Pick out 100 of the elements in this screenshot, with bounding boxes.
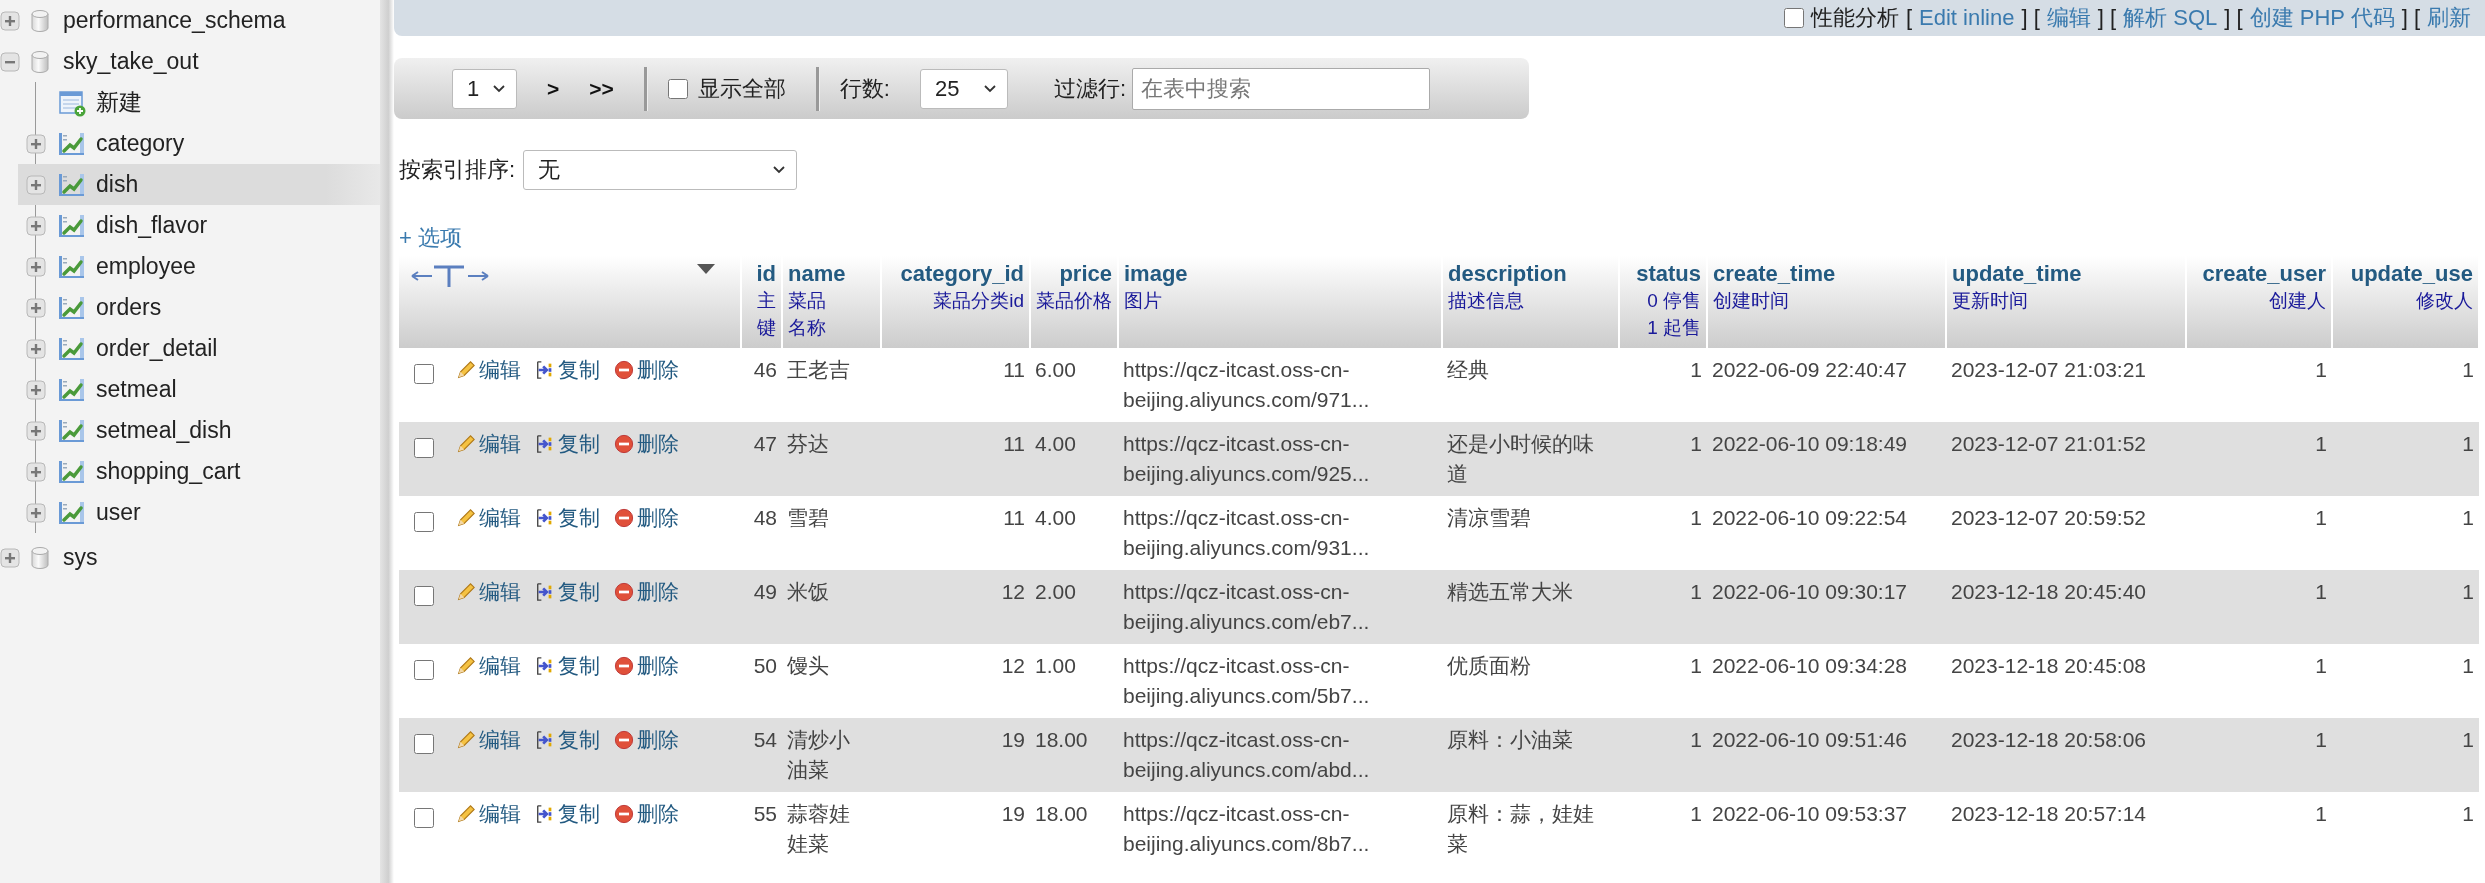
sidebar-item[interactable]: user [18,492,380,533]
delete-icon [614,730,634,750]
sidebar-item[interactable]: setmeal [18,369,380,410]
sidebar-item[interactable]: dish_flavor [18,205,380,246]
table-cell: 19 [881,718,1030,792]
delete-link[interactable]: 删除 [614,429,679,459]
table-cell: 1 [1619,348,1707,422]
table-cell: 4.00 [1030,496,1118,570]
delete-link[interactable]: 删除 [614,799,679,829]
copy-link[interactable]: 复制 [535,799,600,829]
dropdown-triangle-icon[interactable] [697,264,715,274]
expander-button[interactable] [0,547,20,568]
table-cell: 11 [881,496,1030,570]
table-cell: 1 [2186,348,2332,422]
table-cell: 2022-06-10 09:53:37 [1707,792,1946,866]
table-cell: 1.00 [1030,644,1118,718]
row-checkbox[interactable] [414,808,434,828]
copy-link[interactable]: 复制 [535,651,600,681]
copy-link[interactable]: 复制 [535,503,600,533]
table-cell: 1 [2186,792,2332,866]
table-cell: https://qcz-itcast.oss-cn-beijing.aliyuncs.com/8b7... [1118,792,1442,866]
last-button[interactable]: >> [589,76,614,101]
edit-link[interactable]: 编辑 [456,577,521,607]
pencil-icon [456,582,476,602]
filter-field[interactable]: 在表中搜索 [1132,67,1431,110]
show-all-checkbox[interactable] [667,78,688,99]
rows-select[interactable]: 25 [919,68,1008,109]
sidebar-item[interactable]: order_detail [18,328,380,369]
table-cell: 2023-12-18 20:45:40 [1946,570,2186,644]
next-button[interactable]: > [547,76,560,101]
table-cell: 1 [1619,496,1707,570]
delete-link[interactable]: 删除 [614,577,679,607]
delete-link[interactable]: 删除 [614,355,679,385]
expander-button[interactable] [26,174,46,195]
expander-button[interactable] [26,215,46,236]
expander-button[interactable] [26,338,46,359]
edit-link[interactable]: 编辑 [456,429,521,459]
row-checkbox[interactable] [414,512,434,532]
edit-link[interactable]: 编辑 [456,355,521,385]
row-checkbox[interactable] [414,586,434,606]
table-cell: https://qcz-itcast.oss-cn-beijing.aliyuncs.com/971... [1118,348,1442,422]
expander-button[interactable] [0,51,20,72]
sidebar-item[interactable]: shopping_cart [18,451,380,492]
expander-button[interactable] [26,133,46,154]
row-checkbox[interactable] [414,364,434,384]
sort-label: 按索引排序: [399,156,516,184]
table-cell: 1 [1619,570,1707,644]
database-item[interactable]: sys [63,544,98,571]
expander-button[interactable] [26,256,46,277]
options-link[interactable]: + 选项 [399,223,462,253]
copy-link[interactable]: 复制 [535,725,600,755]
row-checkbox[interactable] [414,660,434,680]
pencil-icon [456,508,476,528]
table-cell: 2022-06-10 09:34:28 [1707,644,1946,718]
copy-link[interactable]: 复制 [535,577,600,607]
table-cell: 2022-06-10 09:22:54 [1707,496,1946,570]
expander-button[interactable] [0,10,20,31]
table-cell: 2023-12-18 20:57:14 [1946,792,2186,866]
edit-link[interactable]: 编辑 [456,725,521,755]
sidebar-item[interactable]: 新建 [18,82,380,123]
table-cell: 原料：小油菜 [1442,718,1619,792]
sidebar-item[interactable]: employee [18,246,380,287]
row-checkbox[interactable] [414,734,434,754]
delete-link[interactable]: 删除 [614,725,679,755]
delete-link[interactable]: 删除 [614,651,679,681]
bracket-text: ] [ [2401,5,2420,31]
new-table-icon [58,88,86,117]
expander-button[interactable] [26,461,46,482]
bracket-text: ] [ [2021,5,2040,31]
sidebar-item[interactable]: setmeal_dish [18,410,380,451]
copy-link[interactable]: 复制 [535,429,600,459]
table-cell: 49 [741,570,782,644]
table-cell: 馒头 [782,644,881,718]
expander-button[interactable] [26,379,46,400]
chevron-icon [772,165,787,175]
edit-link[interactable]: 编辑 [456,651,521,681]
database-item[interactable]: performance_schema [63,7,286,34]
table-cell: 50 [741,644,782,718]
expander-button[interactable] [26,297,46,318]
database-item[interactable]: sky_take_out [63,48,199,75]
profiling-checkbox[interactable] [1783,8,1804,28]
sidebar-item[interactable]: orders [18,287,380,328]
copy-link[interactable]: 复制 [535,355,600,385]
expander-button[interactable] [26,502,46,523]
edit-link[interactable]: 编辑 [456,799,521,829]
sidebar-item[interactable]: category [18,123,380,164]
delete-link[interactable]: 删除 [614,503,679,533]
table-cell: 芬达 [782,422,881,496]
column-arrows-icon[interactable] [410,264,490,288]
table-cell: 1 [2332,792,2479,866]
sort-select[interactable]: 无 [523,150,798,190]
table-cell: 1 [1619,422,1707,496]
table-cell: 1 [1619,718,1707,792]
sidebar-item[interactable]: dish [18,164,380,205]
row-checkbox[interactable] [414,438,434,458]
page-select[interactable]: 1 [452,68,517,109]
edit-link[interactable]: 编辑 [456,503,521,533]
expander-button[interactable] [26,420,46,441]
table-cell: 还是小时候的味道 [1442,422,1619,496]
table-cell: 清炒小油菜 [782,718,881,792]
